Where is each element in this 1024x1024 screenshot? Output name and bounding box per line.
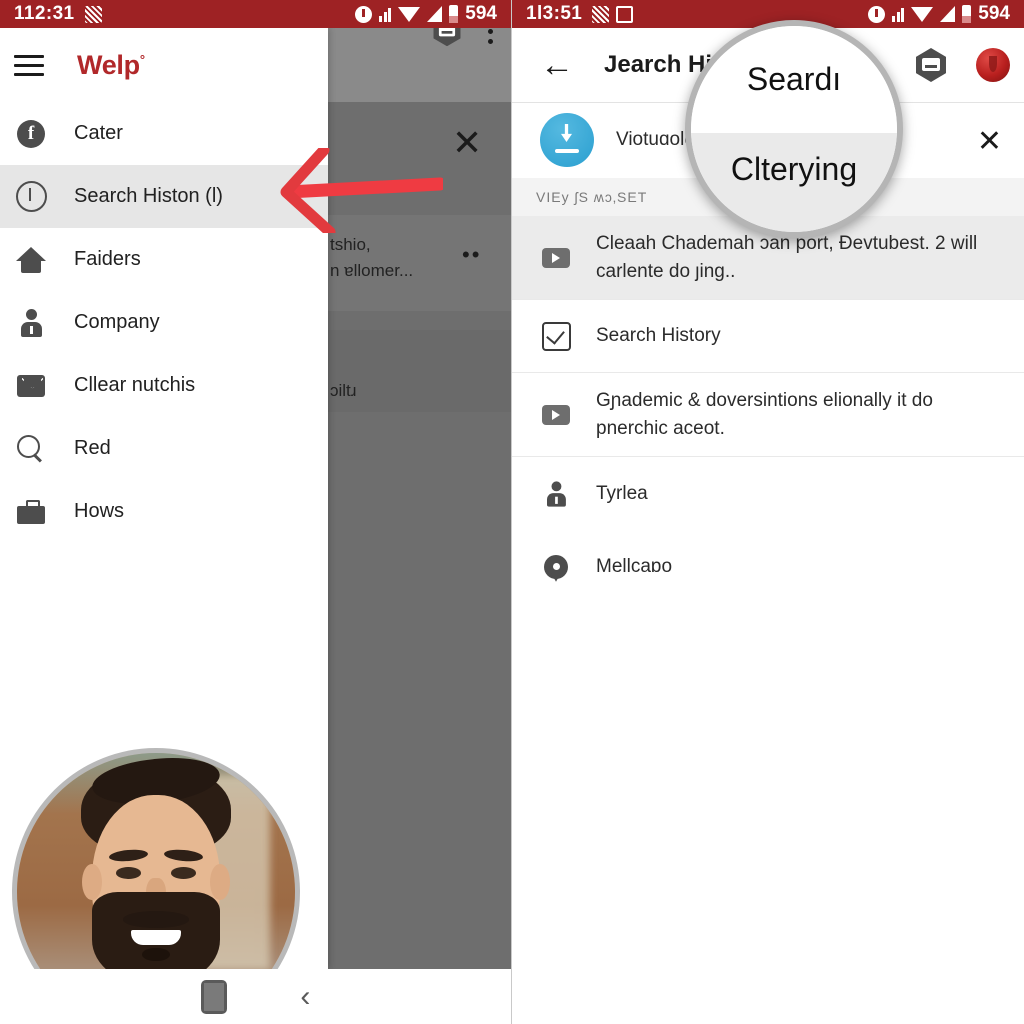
sidebar-item-company[interactable]: Company	[0, 291, 328, 354]
person-icon	[14, 306, 48, 340]
magnifier-loupe: Seardı Clterying	[685, 20, 903, 238]
wifi-icon	[911, 6, 934, 22]
hex-shield-icon[interactable]	[916, 48, 946, 82]
screenshot-root: ✕ tshio, n ɐllomer... •• ɔiltɹ Welp° f C…	[0, 0, 1024, 1024]
signal-bars-icon	[379, 7, 392, 22]
sidebar-item-label: Cllear nutchis	[74, 374, 196, 396]
promo-text: Viotuɑole	[616, 129, 695, 150]
status-battery-level: 594	[978, 3, 1010, 24]
app-brand-logo: Welp°	[77, 50, 145, 81]
download-circle-icon	[540, 113, 594, 167]
sidebar-item-label: Search Histon (l)	[74, 185, 223, 207]
search-icon	[14, 432, 48, 466]
brand-superscript: °	[139, 51, 145, 67]
left-phone-screen: ✕ tshio, n ɐllomer... •• ɔiltɹ Welp° f C…	[0, 0, 511, 1024]
scrim-overflow-icon[interactable]: ••	[462, 242, 481, 268]
red-annotation-arrow	[280, 148, 443, 233]
left-status-bar: 112:31 594	[0, 0, 511, 28]
scrim-close-icon[interactable]: ✕	[452, 125, 482, 161]
info-circle-icon	[14, 180, 48, 214]
alarm-icon	[355, 5, 373, 23]
wifi-icon	[398, 6, 421, 22]
location-pin-icon	[538, 554, 574, 579]
alarm-icon	[868, 5, 886, 23]
play-box-icon	[538, 247, 574, 268]
status-battery-level: 594	[465, 3, 497, 24]
battery-icon	[962, 5, 972, 23]
red-avatar-icon[interactable]	[976, 48, 1010, 82]
hamburger-icon[interactable]	[14, 54, 44, 76]
home-pill-icon[interactable]	[200, 979, 227, 1014]
list-item[interactable]: Mellcaɒo	[512, 530, 1024, 604]
magnifier-top-text: Seardı	[746, 61, 842, 98]
magnifier-bottom-row: Clterying	[691, 133, 897, 232]
brand-text: Welp	[77, 49, 140, 80]
home-icon	[14, 243, 48, 277]
cell-signal-icon	[940, 6, 956, 22]
list-item[interactable]: Tyrlea	[512, 457, 1024, 531]
square-icon	[616, 5, 634, 23]
sidebar-item-label: Company	[74, 311, 160, 333]
person-card-icon	[538, 480, 574, 508]
battery-icon	[449, 5, 459, 23]
sidebar-item-label: Faiders	[74, 248, 141, 270]
scrim-text-line2: n ɐllomer...	[330, 261, 414, 280]
sidebar-item-red[interactable]: Red	[0, 417, 328, 480]
mail-icon	[14, 369, 48, 403]
signal-bars-icon	[892, 7, 905, 22]
close-icon[interactable]: ✕	[977, 127, 1002, 157]
list-item-label: Gɲademic & doversintions elionally it do…	[596, 390, 933, 439]
back-arrow-icon[interactable]: ←	[540, 48, 574, 82]
history-list: Cleaah Chademah ɔan port, Ðevtubest. 2 w…	[512, 216, 1024, 604]
list-item-label: Mellcaɒo	[596, 555, 673, 577]
noise-icon	[84, 5, 102, 23]
magnifier-bottom-text: Clterying	[730, 151, 858, 188]
left-system-nav-bar: ‹	[0, 969, 511, 1024]
drawer-header: Welp°	[0, 28, 328, 102]
facebook-circle-icon: f	[14, 117, 48, 151]
sidebar-item-hows[interactable]: Hows	[0, 480, 328, 543]
sidebar-item-faiders[interactable]: Faiders	[0, 228, 328, 291]
briefcase-icon	[14, 495, 48, 529]
scrim-text-line1: tshio,	[330, 235, 371, 254]
sidebar-item-label: Hows	[74, 500, 125, 522]
list-item-label: Tyrlea	[596, 482, 648, 504]
sidebar-item-label: Red	[74, 437, 111, 459]
magnifier-top-row: Seardı	[691, 26, 897, 134]
status-time: 1l3:51	[526, 3, 583, 24]
list-item-label: Search History	[596, 325, 721, 347]
noise-icon	[592, 5, 610, 23]
sidebar-item-clear-nutchis[interactable]: Cllear nutchis	[0, 354, 328, 417]
back-chevron-icon[interactable]: ‹	[300, 981, 310, 1012]
list-item[interactable]: Search History	[512, 300, 1024, 374]
checkbox-checked-icon[interactable]	[538, 321, 574, 351]
status-time: 112:31	[14, 3, 75, 24]
cell-signal-icon	[427, 6, 443, 22]
list-item[interactable]: Gɲademic & doversintions elionally it do…	[512, 373, 1024, 458]
scrim-text-line3: ɔiltɹ	[330, 381, 357, 400]
section-header-label: VIEy ʃS ʍɔ‚SET	[536, 189, 648, 205]
sidebar-item-label: Cater	[74, 122, 123, 144]
play-box-icon	[538, 404, 574, 425]
